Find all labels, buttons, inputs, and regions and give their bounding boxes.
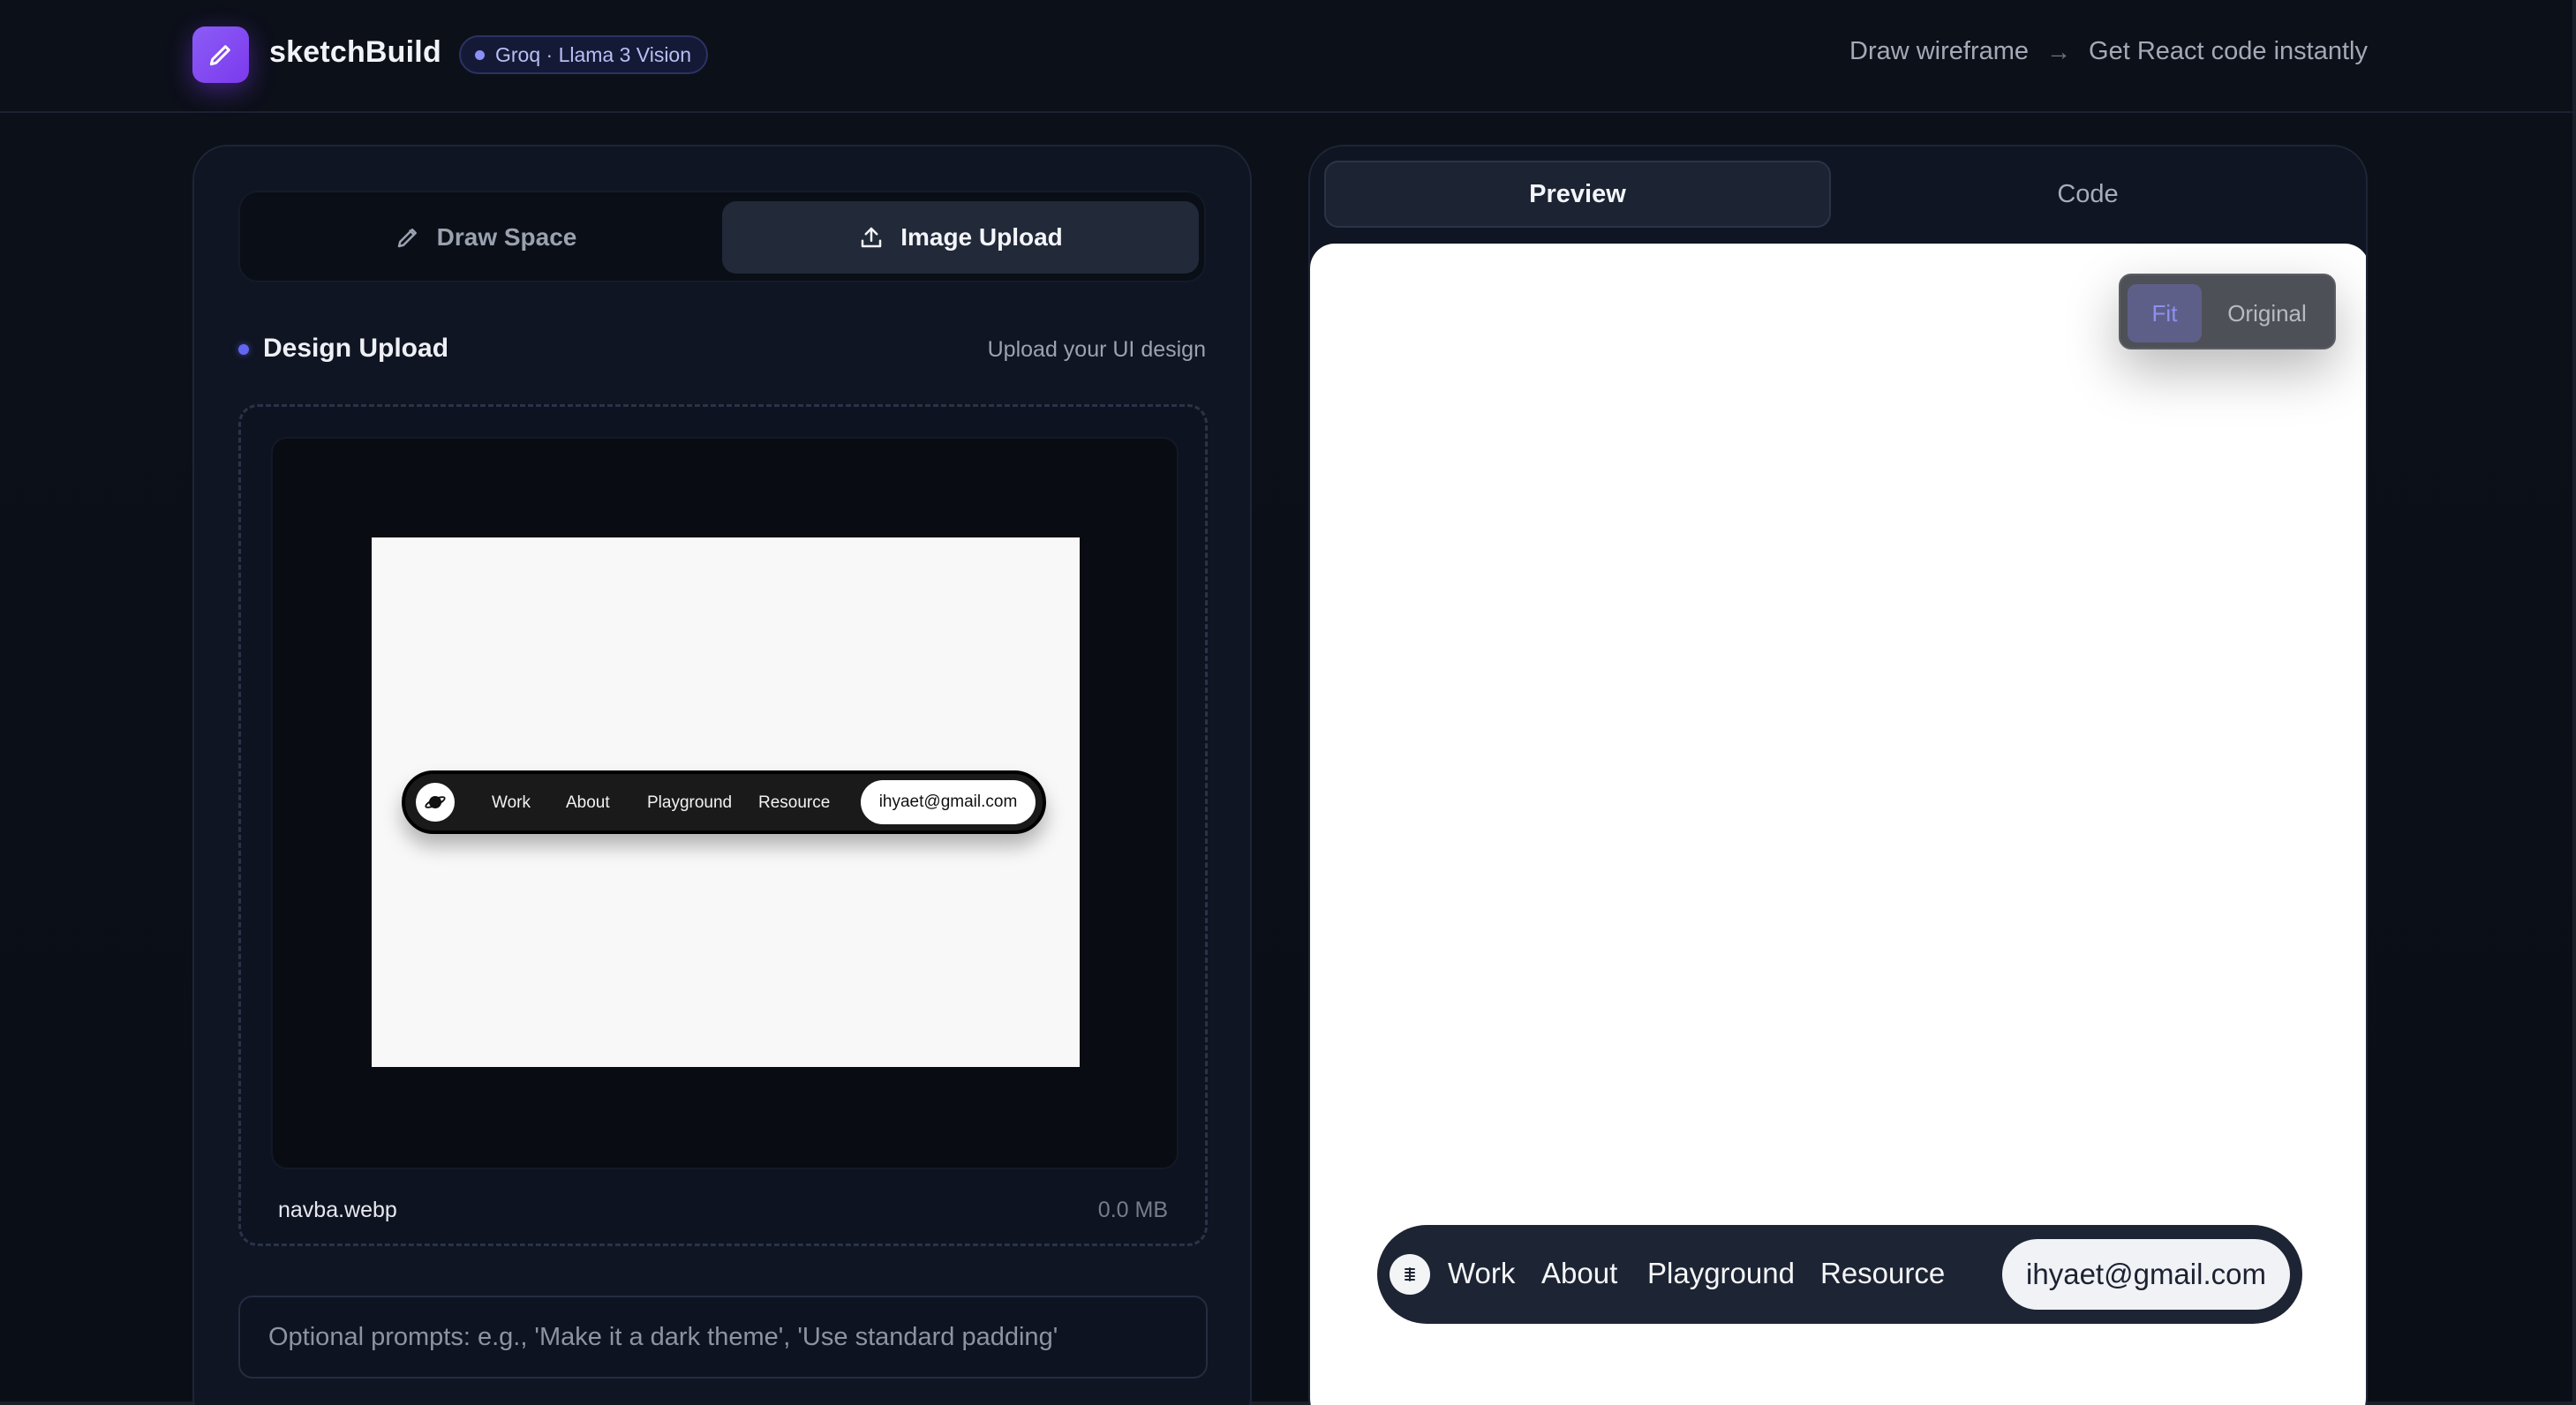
rendered-navbar: Work About Playground Resource ihyaet@gm… <box>1377 1225 2302 1324</box>
tab-image-upload-label: Image Upload <box>900 223 1063 251</box>
menu-icon[interactable] <box>1390 1254 1430 1295</box>
tab-image-upload[interactable]: Image Upload <box>722 201 1199 274</box>
top-header: sketchBuild Groq · Llama 3 Vision Draw w… <box>0 0 2576 113</box>
brand-name: sketchBuild <box>269 35 441 69</box>
file-size: 0.0 MB <box>1097 1198 1168 1222</box>
output-panel: Preview Code Fit Original Work About Pla… <box>1308 145 2368 1405</box>
section-hint: Upload your UI design <box>987 337 1206 362</box>
uploaded-nav-link: About <box>566 793 610 812</box>
arrow-right-icon: → <box>2046 37 2072 65</box>
preview-canvas: Fit Original Work About Playground Resou… <box>1310 244 2366 1405</box>
nav-link-about[interactable]: About <box>1541 1257 1617 1290</box>
section-title: Design Upload <box>263 334 449 363</box>
upload-icon <box>861 227 882 248</box>
tab-draw-space[interactable]: Draw Space <box>247 201 724 274</box>
section-dot-icon <box>238 344 249 355</box>
zoom-toggle: Fit Original <box>2119 274 2336 349</box>
pencil-icon <box>397 229 417 248</box>
nav-link-work[interactable]: Work <box>1448 1257 1515 1290</box>
model-badge: Groq · Llama 3 Vision <box>459 35 708 74</box>
zoom-original-button[interactable]: Original <box>2207 284 2327 342</box>
planet-icon <box>416 783 455 822</box>
status-dot-icon <box>475 49 485 60</box>
uploaded-image-preview: Work About Playground Resource ihyaet@gm… <box>271 437 1179 1169</box>
tagline-to: Get React code instantly <box>2089 37 2368 65</box>
tab-code[interactable]: Code <box>1834 161 2341 228</box>
file-name: navba.webp <box>278 1198 397 1222</box>
tagline-from: Draw wireframe <box>1849 37 2030 65</box>
app-window: sketchBuild Groq · Llama 3 Vision Draw w… <box>0 0 2576 1405</box>
nav-link-resource[interactable]: Resource <box>1820 1257 1945 1290</box>
tab-preview[interactable]: Preview <box>1324 161 1831 228</box>
uploaded-nav-link: Resource <box>758 793 831 812</box>
app-logo <box>192 26 249 83</box>
uploaded-nav-link: Work <box>492 793 531 812</box>
uploaded-email-pill: ihyaet@gmail.com <box>861 780 1036 824</box>
nav-link-playground[interactable]: Playground <box>1647 1257 1795 1290</box>
uploaded-nav-link: Playground <box>647 793 733 812</box>
section-header: Design Upload Upload your UI design <box>238 332 1206 367</box>
uploaded-image-navbar: Work About Playground Resource ihyaet@gm… <box>402 770 1046 834</box>
zoom-fit-button[interactable]: Fit <box>2128 284 2202 342</box>
uploaded-image: Work About Playground Resource ihyaet@gm… <box>372 537 1080 1067</box>
model-badge-label: Groq · Llama 3 Vision <box>495 42 692 66</box>
input-panel: Draw Space Image Upload Design Upload Up… <box>192 145 1252 1405</box>
pencil-icon <box>209 45 230 66</box>
prompt-input[interactable] <box>238 1296 1208 1379</box>
email-button[interactable]: ihyaet@gmail.com <box>2002 1239 2290 1310</box>
mode-switch: Draw Space Image Upload <box>238 191 1206 282</box>
upload-dropzone[interactable]: Work About Playground Resource ihyaet@gm… <box>238 404 1208 1246</box>
tagline: Draw wireframe → Get React code instantl… <box>1849 37 2368 66</box>
tab-draw-space-label: Draw Space <box>436 223 577 251</box>
